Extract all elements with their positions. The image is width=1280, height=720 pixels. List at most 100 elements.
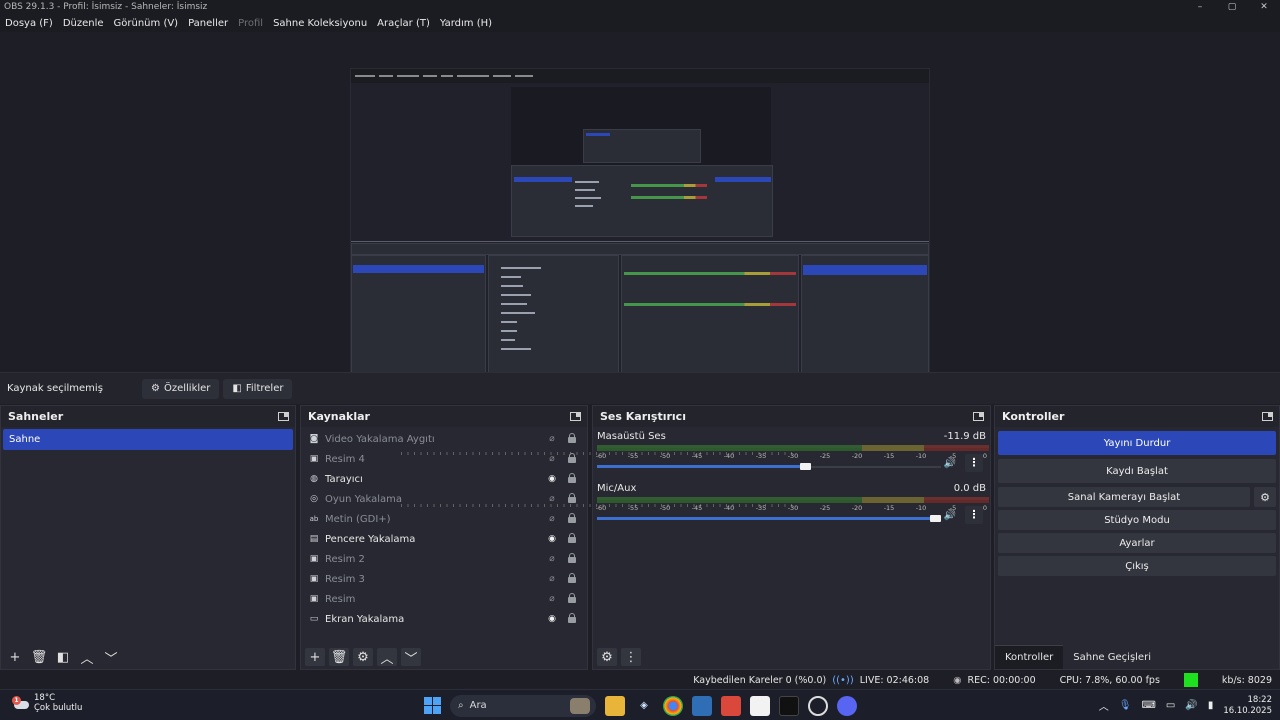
add-scene-button[interactable]: + <box>5 648 25 666</box>
menu-help[interactable]: Yardım (H) <box>435 18 497 29</box>
preview-sources-dock <box>488 255 619 385</box>
weather-widget[interactable]: 1 18°C Çok bulutlu <box>12 693 82 713</box>
move-scene-down-button[interactable]: ﹀ <box>101 648 121 667</box>
scene-filters-button[interactable]: ◧ <box>53 648 73 666</box>
steam-icon[interactable]: ◈ <box>634 696 654 716</box>
lock-icon[interactable] <box>568 593 576 603</box>
minimize-button[interactable]: – <box>1184 0 1216 14</box>
lock-icon[interactable] <box>568 573 576 583</box>
scene-item[interactable]: Sahne <box>3 429 293 450</box>
windows-start-icon[interactable] <box>424 697 441 714</box>
advanced-audio-button[interactable]: ⚙ <box>597 648 617 666</box>
channel-menu-button[interactable]: ⋮ <box>965 454 983 472</box>
clock-time: 18:22 <box>1247 694 1273 705</box>
lock-icon[interactable] <box>568 433 576 443</box>
studio-mode-button[interactable]: Stüdyo Modu <box>998 510 1276 530</box>
move-source-down-button[interactable]: ﹀ <box>401 648 421 667</box>
stop-stream-button[interactable]: Yayını Durdur <box>998 431 1276 455</box>
image-icon: ▣ <box>309 574 319 584</box>
calendar-app-icon[interactable] <box>721 695 741 716</box>
lock-icon[interactable] <box>568 513 576 523</box>
source-row[interactable]: ▭ Ekran Yakalama ◉ <box>301 609 587 629</box>
speaker-icon[interactable]: 🔊 <box>944 458 956 469</box>
battery-icon[interactable]: ▮ <box>1208 700 1214 711</box>
speaker-icon[interactable]: 🔊 <box>944 510 956 521</box>
lock-icon[interactable] <box>568 493 576 503</box>
virtual-camera-settings-button[interactable]: ⚙ <box>1254 487 1276 507</box>
menu-docks[interactable]: Paneller <box>183 18 233 29</box>
start-virtual-camera-button[interactable]: Sanal Kamerayı Başlat <box>998 487 1250 507</box>
preview-source-toolbar <box>351 243 929 255</box>
undock-icon[interactable] <box>973 412 984 421</box>
sources-dock-header: Kaynaklar <box>301 406 587 427</box>
obs-icon[interactable] <box>808 695 828 716</box>
eye-hidden-icon[interactable]: ⌀ <box>546 434 558 444</box>
eye-icon[interactable]: ◉ <box>546 474 558 484</box>
lock-icon[interactable] <box>568 613 576 623</box>
maximize-button[interactable]: ▢ <box>1216 0 1248 14</box>
preview-canvas[interactable] <box>350 68 930 398</box>
undock-icon[interactable] <box>570 412 581 421</box>
tab-scene-transitions[interactable]: Sahne Geçişleri <box>1063 645 1161 669</box>
notepad-icon[interactable] <box>750 695 770 716</box>
eye-icon[interactable]: ◉ <box>546 534 558 544</box>
volume-slider[interactable] <box>597 462 941 472</box>
tray-overflow-icon[interactable]: ︿ <box>1099 698 1109 713</box>
eye-icon[interactable]: ◉ <box>546 614 558 624</box>
source-row[interactable]: ab Metin (GDI+) ⌀ <box>301 509 587 529</box>
source-row[interactable]: ▣ Resim ⌀ <box>301 589 587 609</box>
start-recording-button[interactable]: Kaydı Başlat <box>998 459 1276 483</box>
remove-scene-button[interactable]: 🗑 <box>29 648 49 666</box>
eye-hidden-icon[interactable]: ⌀ <box>546 574 558 584</box>
terminal-icon[interactable] <box>779 695 799 716</box>
eye-hidden-icon[interactable]: ⌀ <box>546 494 558 504</box>
source-row[interactable]: ◍ Tarayıcı ◉ <box>301 469 587 489</box>
mixer-menu-button[interactable]: ⋮ <box>621 648 641 666</box>
speaker-icon[interactable]: 🔊 <box>1185 700 1197 711</box>
eye-hidden-icon[interactable]: ⌀ <box>546 594 558 604</box>
taskbar-search[interactable]: ⌕ Ara <box>450 694 596 717</box>
exit-button[interactable]: Çıkış <box>998 556 1276 576</box>
filters-button[interactable]: ◧ Filtreler <box>223 378 293 399</box>
settings-button[interactable]: Ayarlar <box>998 533 1276 553</box>
source-properties-button[interactable]: ⚙ <box>353 648 373 666</box>
discord-icon[interactable] <box>837 695 857 716</box>
undock-icon[interactable] <box>278 412 289 421</box>
volume-slider-handle[interactable] <box>800 463 812 470</box>
chrome-icon[interactable] <box>663 695 683 716</box>
menu-scene-collection[interactable]: Sahne Koleksiyonu <box>268 18 372 29</box>
menu-edit[interactable]: Düzenle <box>58 18 109 29</box>
move-scene-up-button[interactable]: ︿ <box>77 648 97 667</box>
app-window-icon[interactable] <box>692 695 712 716</box>
mixer-channel: Mic/Aux 0.0 dB -60 -55 -50 -45 -40 -35 -30 -25 -… <box>401 479 990 531</box>
eye-hidden-icon[interactable]: ⌀ <box>546 554 558 564</box>
eye-hidden-icon[interactable]: ⌀ <box>546 514 558 524</box>
menu-view[interactable]: Görünüm (V) <box>109 18 184 29</box>
display-icon[interactable]: ▭ <box>1166 700 1175 711</box>
source-row[interactable]: ◙ Video Yakalama Aygıtı ⌀ <box>301 429 587 449</box>
file-explorer-icon[interactable] <box>605 695 625 716</box>
menu-profile[interactable]: Profil <box>233 18 268 29</box>
add-source-button[interactable]: + <box>305 648 325 666</box>
source-row[interactable]: ▣ Resim 2 ⌀ <box>301 549 587 569</box>
taskbar-clock[interactable]: 18:22 16.10.2025 <box>1223 695 1272 717</box>
keyboard-icon[interactable]: ⌨ <box>1141 700 1155 711</box>
move-source-up-button[interactable]: ︿ <box>377 648 397 667</box>
close-button[interactable]: ✕ <box>1248 0 1280 14</box>
source-row[interactable]: ▤ Pencere Yakalama ◉ <box>301 529 587 549</box>
undock-icon[interactable] <box>1262 412 1273 421</box>
properties-button[interactable]: ⚙ Özellikler <box>142 378 220 399</box>
tab-controls[interactable]: Kontroller <box>995 645 1064 669</box>
volume-slider[interactable] <box>597 514 941 524</box>
channel-menu-button[interactable]: ⋮ <box>965 506 983 524</box>
lock-icon[interactable] <box>568 553 576 563</box>
eye-hidden-icon[interactable]: ⌀ <box>546 454 558 464</box>
lock-icon[interactable] <box>568 533 576 543</box>
remove-source-button[interactable]: 🗑 <box>329 648 349 666</box>
lock-icon[interactable] <box>568 473 576 483</box>
volume-slider-handle[interactable] <box>930 515 941 522</box>
microphone-icon[interactable]: 🎙 <box>1119 700 1132 711</box>
menu-tools[interactable]: Araçlar (T) <box>372 18 435 29</box>
source-row[interactable]: ▣ Resim 3 ⌀ <box>301 569 587 589</box>
menu-file[interactable]: Dosya (F) <box>0 18 58 29</box>
